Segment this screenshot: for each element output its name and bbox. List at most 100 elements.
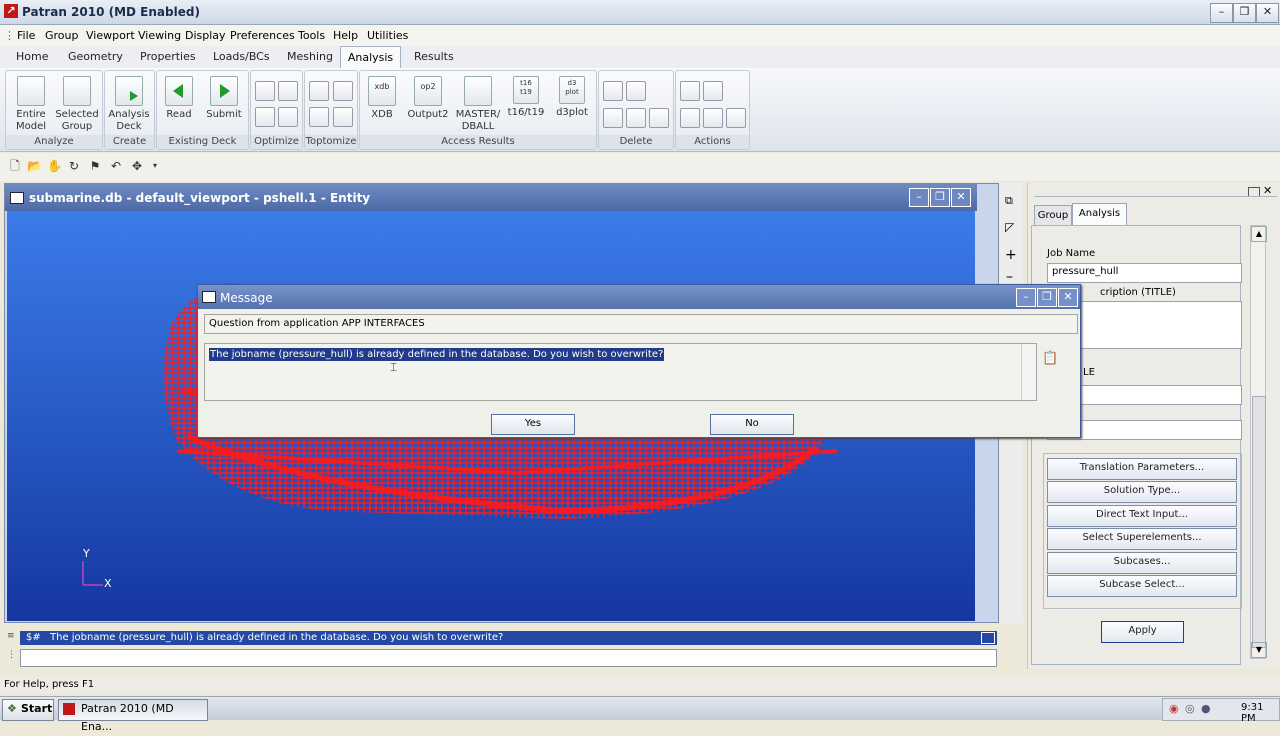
viewport-title-bar[interactable]: submarine.db - default_viewport - pshell… bbox=[5, 184, 977, 211]
entire-model-button[interactable]: Entire Model bbox=[9, 73, 53, 133]
submit-button[interactable]: Submit bbox=[203, 73, 245, 121]
panel-scrollbar[interactable]: ▲ ▼ bbox=[1250, 225, 1267, 659]
selected-group-icon bbox=[63, 76, 91, 106]
action-print-icon[interactable] bbox=[680, 81, 700, 101]
action-model-icon[interactable] bbox=[703, 108, 723, 128]
start-button[interactable]: ❖ Start bbox=[2, 699, 54, 721]
menu-display[interactable]: Display bbox=[185, 29, 226, 42]
delete-all-icon[interactable] bbox=[649, 108, 669, 128]
message-text-box[interactable]: The jobname (pressure_hull) is already d… bbox=[204, 343, 1037, 401]
master-dball-button[interactable]: MASTER/ DBALL bbox=[454, 73, 502, 133]
panel-tab-group[interactable]: Group bbox=[1034, 205, 1072, 226]
toptomize-submit-icon[interactable] bbox=[333, 107, 353, 127]
delete-job-icon[interactable] bbox=[603, 81, 623, 101]
tab-properties[interactable]: Properties bbox=[140, 50, 196, 63]
group-actions: Actions bbox=[675, 70, 750, 150]
menu-utilities[interactable]: Utilities bbox=[367, 29, 408, 42]
undo-icon[interactable]: ↶ bbox=[109, 159, 123, 173]
dialog-minimize-button[interactable]: – bbox=[1016, 288, 1036, 307]
tab-home[interactable]: Home bbox=[16, 50, 48, 63]
message-text[interactable]: The jobname (pressure_hull) is already d… bbox=[209, 348, 665, 361]
scroll-up-icon[interactable]: ▲ bbox=[1251, 226, 1267, 242]
delete-loadcase-icon[interactable] bbox=[603, 108, 623, 128]
apply-button[interactable]: Apply bbox=[1101, 621, 1184, 643]
menu-preferences[interactable]: Preferences bbox=[230, 29, 295, 42]
toptomize-doc-icon[interactable] bbox=[309, 81, 329, 101]
viewport-restore-button[interactable]: ❐ bbox=[930, 188, 950, 207]
open-file-icon[interactable]: 📂 bbox=[27, 159, 42, 173]
selected-group-button[interactable]: Selected Group bbox=[54, 73, 100, 133]
tab-analysis[interactable]: Analysis bbox=[340, 46, 401, 70]
tab-results[interactable]: Results bbox=[414, 50, 454, 63]
tab-loads-bcs[interactable]: Loads/BCs bbox=[213, 50, 270, 63]
action-sort-icon[interactable] bbox=[726, 108, 746, 128]
toptomize-read-icon[interactable] bbox=[309, 107, 329, 127]
zoom-out-icon[interactable]: – bbox=[1006, 269, 1013, 285]
menu-group[interactable]: Group bbox=[45, 29, 79, 42]
solution-type-button[interactable]: Solution Type... bbox=[1047, 481, 1237, 503]
analysis-deck-button[interactable]: Analysis Deck bbox=[106, 73, 152, 133]
history-grip-icon[interactable]: ≡ bbox=[7, 631, 15, 641]
pan-hand-icon[interactable]: ✋ bbox=[47, 159, 62, 173]
dialog-title-bar[interactable]: Message – ❐ ✕ bbox=[198, 285, 1080, 309]
zoom-in-icon[interactable]: + bbox=[1005, 247, 1017, 263]
rotate-icon[interactable]: ↻ bbox=[67, 159, 81, 173]
group-label-create: Create bbox=[105, 135, 154, 149]
dialog-close-button[interactable]: ✕ bbox=[1058, 288, 1078, 307]
scroll-thumb[interactable] bbox=[1252, 396, 1266, 648]
rotate-view-icon[interactable]: ◸ bbox=[1005, 220, 1014, 234]
read-button[interactable]: Read bbox=[159, 73, 199, 121]
d3plot-button[interactable]: d3 plot d3plot bbox=[552, 73, 592, 119]
translation-parameters-button[interactable]: Translation Parameters... bbox=[1047, 458, 1237, 480]
viewport-close-button[interactable]: ✕ bbox=[951, 188, 971, 207]
viewport-minimize-button[interactable]: – bbox=[909, 188, 929, 207]
direct-text-input-button[interactable]: Direct Text Input... bbox=[1047, 505, 1237, 527]
delete-data-icon[interactable] bbox=[626, 108, 646, 128]
menu-help[interactable]: Help bbox=[333, 29, 358, 42]
dialog-restore-button[interactable]: ❐ bbox=[1037, 288, 1057, 307]
output2-button[interactable]: op2 Output2 bbox=[406, 73, 450, 121]
optimize-doc-icon[interactable] bbox=[255, 81, 275, 101]
panel-tab-analysis[interactable]: Analysis bbox=[1072, 203, 1127, 227]
scroll-down-icon[interactable]: ▼ bbox=[1251, 642, 1267, 658]
taskbar-item-patran[interactable]: Patran 2010 (MD Ena... bbox=[58, 699, 208, 733]
copy-icon[interactable]: ⧉ bbox=[1005, 194, 1013, 208]
action-edit-icon[interactable] bbox=[680, 108, 700, 128]
copy-message-icon[interactable]: 📋 bbox=[1042, 351, 1058, 366]
no-button[interactable]: No bbox=[710, 414, 794, 435]
restore-button[interactable]: ❐ bbox=[1233, 3, 1256, 23]
job-name-field[interactable]: pressure_hull bbox=[1047, 263, 1242, 283]
tray-volume-icon[interactable]: ● bbox=[1201, 702, 1211, 715]
yes-button[interactable]: Yes bbox=[491, 414, 575, 435]
t16-t19-button[interactable]: t16 t19 t16/t19 bbox=[506, 73, 546, 119]
tray-security-icon[interactable]: ◉ bbox=[1169, 702, 1179, 715]
subcases-button[interactable]: Subcases... bbox=[1047, 552, 1237, 574]
tab-meshing[interactable]: Meshing bbox=[287, 50, 333, 63]
close-button[interactable]: ✕ bbox=[1256, 3, 1279, 23]
optimize-doc2-icon[interactable] bbox=[278, 81, 298, 101]
transform-icon[interactable]: ✥ bbox=[130, 159, 144, 173]
new-file-icon[interactable]: 🗋 bbox=[8, 159, 22, 173]
subcase-select-button[interactable]: Subcase Select... bbox=[1047, 575, 1237, 597]
select-superelements-button[interactable]: Select Superelements... bbox=[1047, 528, 1237, 550]
axis-triad: Y X bbox=[82, 547, 112, 590]
toptomize-doc2-icon[interactable] bbox=[333, 81, 353, 101]
tab-geometry[interactable]: Geometry bbox=[68, 50, 123, 63]
delete-results-icon[interactable] bbox=[626, 81, 646, 101]
menu-viewport[interactable]: Viewport bbox=[86, 29, 135, 42]
message-scrollbar[interactable] bbox=[1021, 344, 1036, 400]
command-input[interactable] bbox=[20, 649, 997, 667]
tray-network-icon[interactable]: ◎ bbox=[1185, 702, 1195, 715]
optimize-read-icon[interactable] bbox=[255, 107, 275, 127]
command-history[interactable]: $# The jobname (pressure_hull) is alread… bbox=[20, 631, 997, 645]
xdb-button[interactable]: xdb XDB bbox=[364, 73, 400, 121]
history-expand-icon[interactable] bbox=[981, 632, 995, 644]
toolbar-dropdown-icon[interactable]: ▾ bbox=[148, 159, 162, 173]
reset-graphics-icon[interactable]: ⚑ bbox=[88, 159, 102, 173]
menu-file[interactable]: File bbox=[17, 29, 35, 42]
menu-viewing[interactable]: Viewing bbox=[138, 29, 181, 42]
action-hand-icon[interactable] bbox=[703, 81, 723, 101]
menu-tools[interactable]: Tools bbox=[298, 29, 325, 42]
optimize-submit-icon[interactable] bbox=[278, 107, 298, 127]
minimize-button[interactable]: – bbox=[1210, 3, 1233, 23]
